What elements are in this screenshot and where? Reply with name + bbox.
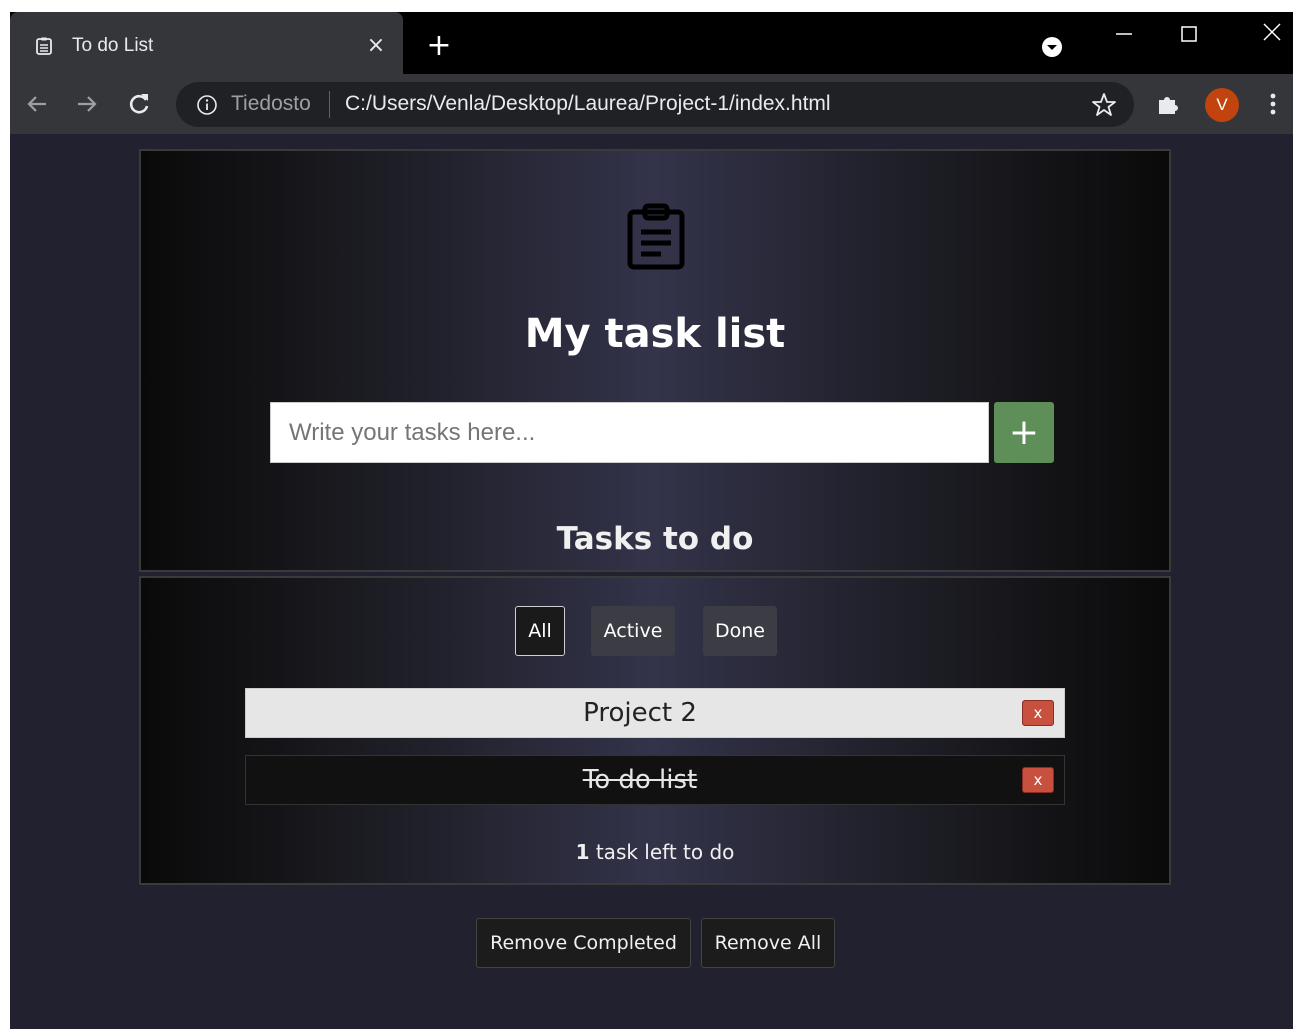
maximize-icon[interactable] <box>1175 20 1203 48</box>
task-text[interactable]: To do list <box>246 756 1034 804</box>
url-text[interactable]: C:/Users/Venla/Desktop/Laurea/Project-1/… <box>345 92 831 116</box>
add-task-button[interactable]: + <box>994 402 1054 463</box>
remove-completed-button[interactable]: Remove Completed <box>476 918 691 968</box>
task-item-done[interactable]: To do list x <box>245 755 1065 805</box>
info-icon[interactable] <box>196 94 218 116</box>
remove-all-button[interactable]: Remove All <box>701 918 835 968</box>
browser-window: To do List × + Tiedosto C:/Users/Venla/D… <box>10 12 1293 1029</box>
kebab-menu-icon[interactable] <box>1263 89 1283 119</box>
filter-done-button[interactable]: Done <box>703 606 777 656</box>
clipboard-icon <box>36 37 52 55</box>
extensions-puzzle-icon[interactable] <box>1155 90 1183 118</box>
tab-close-icon[interactable]: × <box>364 34 388 58</box>
tasks-left-counter: 1 task left to do <box>141 840 1169 864</box>
tab-strip: To do List × + <box>10 12 1293 74</box>
page-viewport: My task list + Tasks to do All Active Do… <box>10 134 1293 1029</box>
back-arrow-icon[interactable] <box>22 89 52 119</box>
browser-toolbar: Tiedosto C:/Users/Venla/Desktop/Laurea/P… <box>10 74 1293 134</box>
reload-icon[interactable] <box>124 89 154 119</box>
task-panel: All Active Done Project 2 x To do list x… <box>139 576 1171 885</box>
clipboard-list-icon <box>627 203 685 270</box>
forward-arrow-icon[interactable] <box>72 89 102 119</box>
page-title: My task list <box>524 311 786 357</box>
section-title: Tasks to do <box>556 521 754 557</box>
address-bar[interactable]: Tiedosto C:/Users/Venla/Desktop/Laurea/P… <box>176 82 1134 127</box>
scheme-label: Tiedosto <box>231 92 311 115</box>
tasks-left-label: task left to do <box>595 840 735 864</box>
tab-search-icon[interactable] <box>1041 36 1063 58</box>
todo-card: My task list + Tasks to do All Active Do… <box>139 149 1171 885</box>
star-icon[interactable] <box>1091 92 1117 118</box>
header-panel: My task list + Tasks to do <box>139 149 1171 572</box>
minimize-icon[interactable] <box>1110 20 1138 48</box>
filter-all-button[interactable]: All <box>515 606 565 656</box>
address-divider <box>329 91 330 118</box>
window-close-icon[interactable] <box>1258 18 1286 46</box>
filter-active-button[interactable]: Active <box>591 606 675 656</box>
task-text[interactable]: Project 2 <box>246 689 1034 737</box>
task-input[interactable] <box>270 402 989 463</box>
tab-title: To do List <box>72 35 154 56</box>
delete-task-button[interactable]: x <box>1022 700 1054 726</box>
new-tab-icon[interactable]: + <box>426 31 452 61</box>
delete-task-button[interactable]: x <box>1022 767 1054 793</box>
tab-todo-list[interactable]: To do List × <box>10 12 403 74</box>
task-item[interactable]: Project 2 x <box>245 688 1065 738</box>
tasks-left-count: 1 <box>575 840 590 864</box>
profile-avatar[interactable]: V <box>1205 88 1239 122</box>
